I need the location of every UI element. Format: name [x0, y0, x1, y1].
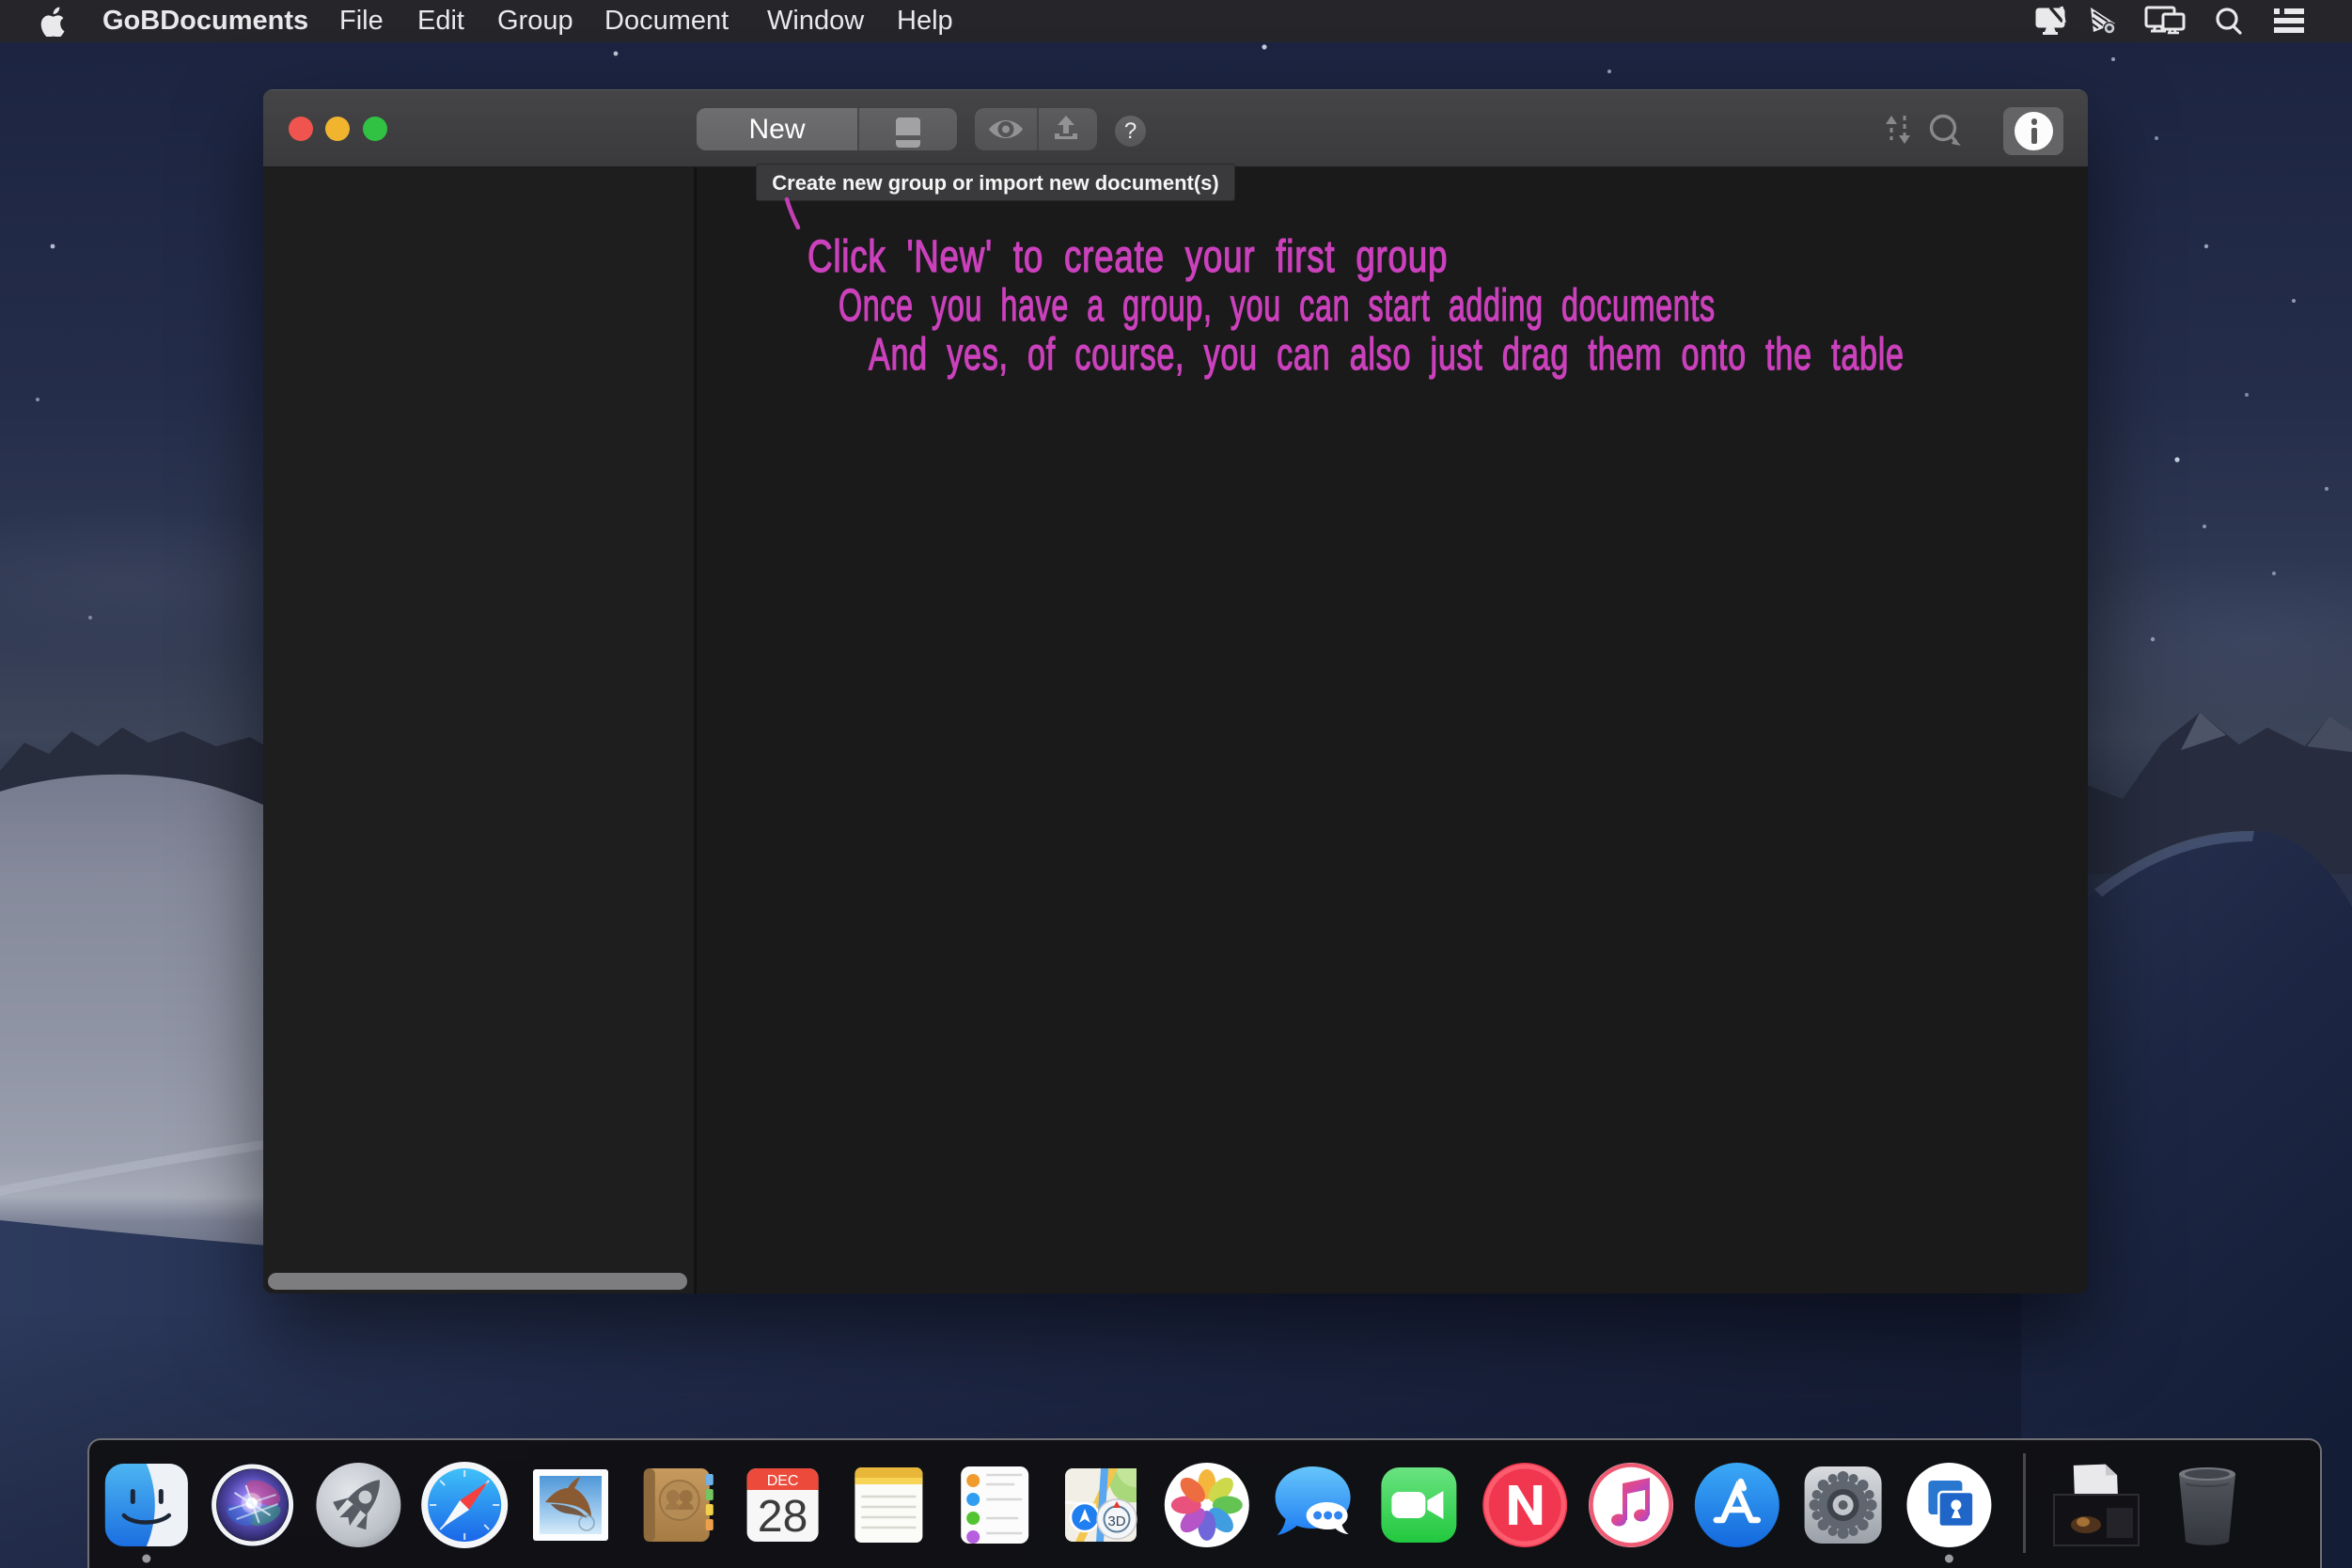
svg-text:DEC: DEC [767, 1473, 799, 1489]
svg-text:28: 28 [758, 1492, 808, 1542]
svg-text:3D: 3D [1107, 1513, 1125, 1529]
